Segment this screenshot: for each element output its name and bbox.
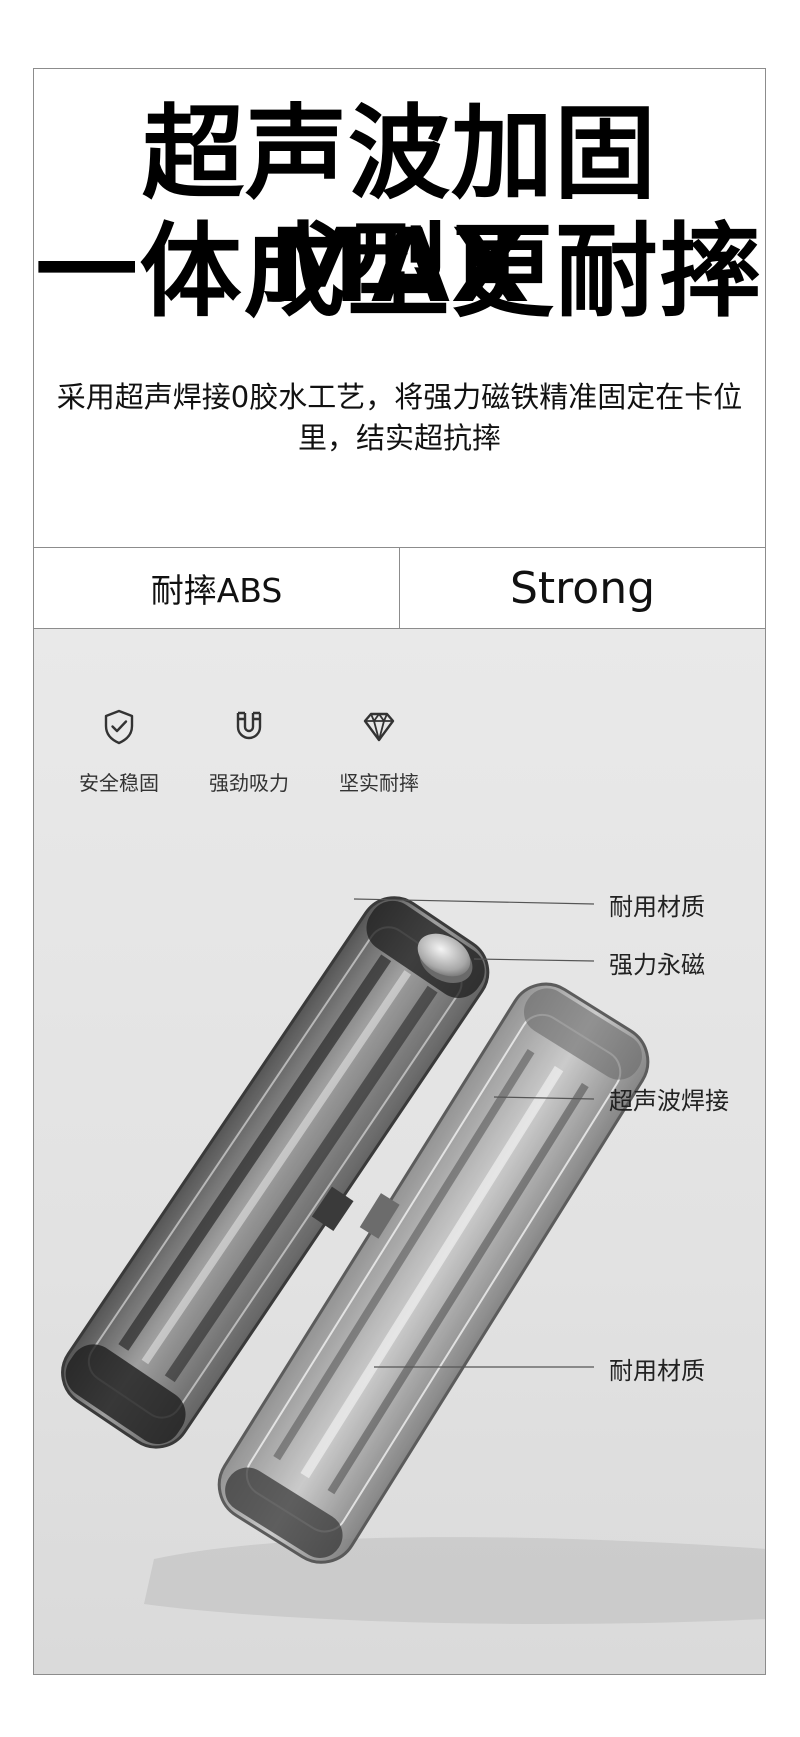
floor-reflection bbox=[144, 1537, 765, 1624]
headline-line-2: 一体成型更耐摔 bbox=[35, 213, 764, 332]
compare-left-label: 耐摔ABS bbox=[34, 548, 400, 628]
compare-right-label: Strong bbox=[509, 562, 656, 614]
callout-material-top: 耐用材质 bbox=[609, 893, 705, 921]
description-text: 采用超声焊接0胶水工艺，将强力磁铁精准固定在卡位里，结实超抗摔 bbox=[56, 380, 743, 455]
product-photo: 安全稳固 强劲吸力 坚实耐摔 耐用材质 强力永磁 超声波焊接 耐用材质 bbox=[34, 629, 765, 1674]
callout-magnet: 强力永磁 bbox=[609, 951, 705, 979]
leader-line bbox=[473, 958, 595, 962]
device-illustration bbox=[61, 896, 765, 1624]
content-frame: 超声波加固MAX 一体成型更耐摔 采用超声焊接0胶水工艺，将强力磁铁精准固定在卡… bbox=[33, 68, 766, 1675]
callout-welding: 超声波焊接 bbox=[609, 1087, 729, 1115]
material-comparison-row: 耐摔ABS Strong bbox=[34, 547, 765, 629]
callout-material-bottom: 耐用材质 bbox=[609, 1357, 705, 1385]
